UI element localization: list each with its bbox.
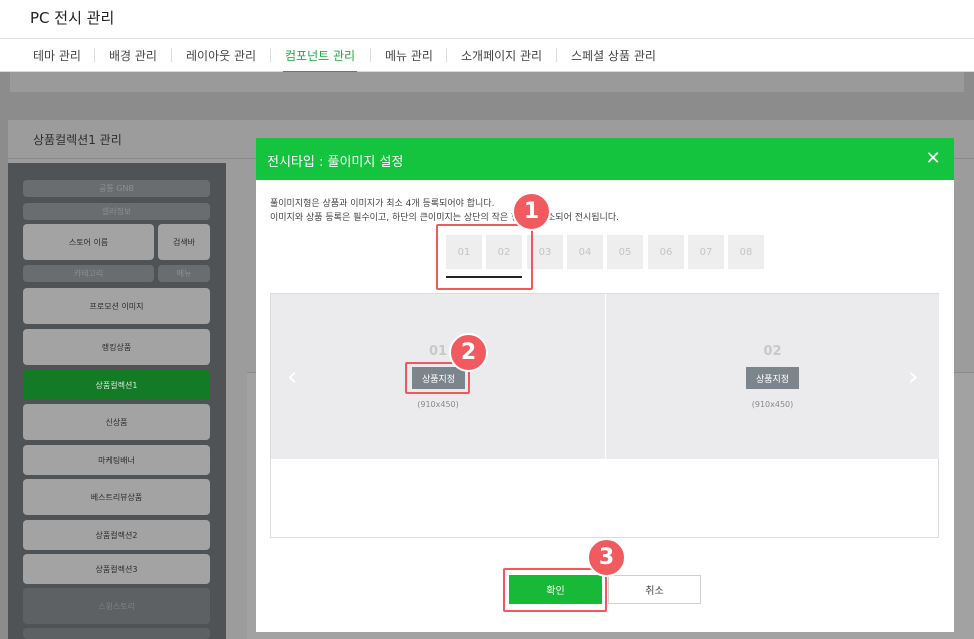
cancel-button[interactable]: 취소	[608, 575, 701, 604]
sidebar-item-collection-1[interactable]: 상품컬렉션1	[23, 370, 210, 400]
chevron-left-icon[interactable]: ‹	[287, 364, 297, 390]
tab-menu[interactable]: 메뉴 관리	[385, 47, 433, 64]
slot-tab[interactable]: 08	[728, 235, 764, 269]
tab-divider	[446, 48, 447, 62]
tab-divider	[556, 48, 557, 62]
sidebar-item-ranking[interactable]: 랭킹상품	[23, 329, 210, 365]
callout-badge-1: 1	[512, 192, 551, 231]
sidebar-item-marketing-banner[interactable]: 마케팅배너	[23, 445, 210, 475]
tab-divider	[94, 48, 95, 62]
slot-tab[interactable]: 05	[607, 235, 643, 269]
image-size-label: (910x450)	[417, 400, 459, 409]
tab-intro-page[interactable]: 소개페이지 관리	[461, 47, 542, 64]
top-header: PC 전시 관리	[0, 0, 974, 39]
sidebar-item-common-gnb[interactable]: 공통 GNB	[23, 180, 210, 197]
sidebar-item-collection-2[interactable]: 상품컬렉션2	[23, 520, 210, 550]
sidebar-item-category[interactable]: 카테고리	[23, 265, 154, 282]
callout-highlight-3	[503, 568, 607, 612]
callout-highlight-1	[436, 224, 533, 290]
close-icon[interactable]: ✕	[924, 150, 942, 168]
sidebar-item-seller-info[interactable]: 셀러정보	[23, 203, 210, 220]
preview-slot-2: 02 상품지정 (910x450) ›	[606, 294, 939, 459]
tab-divider	[370, 48, 371, 62]
assign-product-button[interactable]: 상품지정	[746, 367, 799, 389]
component-sidebar: 공통 GNB 셀러정보 스토어 이름 검색바 카테고리 메뉴 프로모션 이미지 …	[8, 163, 226, 639]
modal-title: 전시타입 : 풀이미지 설정	[267, 155, 404, 170]
sidebar-item-best-review[interactable]: 베스트리뷰상품	[23, 479, 210, 515]
callout-badge-2: 2	[449, 333, 488, 372]
tab-special-product[interactable]: 스페셜 상품 관리	[571, 47, 656, 64]
preview-number: 02	[763, 344, 782, 359]
modal-description-line-1: 풀이미지형은 상품과 이미지가 최소 4개 등록되어야 합니다.	[270, 199, 495, 209]
tab-divider	[171, 48, 172, 62]
sidebar-item-search-bar[interactable]: 검색바	[158, 224, 210, 260]
page-title: PC 전시 관리	[30, 9, 115, 27]
tab-theme[interactable]: 테마 관리	[33, 47, 81, 64]
image-size-label: (910x450)	[751, 400, 794, 409]
slot-tab[interactable]: 04	[567, 235, 603, 269]
chevron-right-icon[interactable]: ›	[908, 364, 918, 390]
sidebar-item-promotion-image[interactable]: 프로모션 이미지	[23, 288, 210, 324]
callout-badge-3: 3	[587, 538, 626, 577]
tab-divider	[270, 48, 271, 62]
slot-tab[interactable]: 06	[648, 235, 684, 269]
sidebar-item-store-name[interactable]: 스토어 이름	[23, 224, 154, 260]
preview-number: 01	[428, 344, 448, 359]
background-strip	[10, 72, 964, 92]
sidebar-item-new-products[interactable]: 신상품	[23, 404, 210, 440]
panel-title: 상품컬렉션1 관리	[33, 133, 122, 147]
sidebar-item-menu[interactable]: 메뉴	[158, 265, 210, 282]
sidebar-item-collection-3[interactable]: 상품컬렉션3	[23, 554, 210, 584]
modal-description-line-2: 이미지와 상품 등록은 필수이고, 하단의 큰이미지는 상단의 작은 형태로 축…	[270, 213, 619, 223]
modal-header: 전시타입 : 풀이미지 설정 ✕	[256, 138, 954, 180]
image-preview-area: 01 상품지정 (910x450) ‹ 02 상품지정 (910x450) ›	[270, 293, 939, 538]
tab-layout[interactable]: 레이아웃 관리	[186, 47, 256, 64]
tab-background[interactable]: 배경 관리	[109, 47, 157, 64]
tab-bar: 테마 관리 배경 관리 레이아웃 관리 컴포넌트 관리 메뉴 관리 소개페이지 …	[0, 39, 974, 73]
slot-tab[interactable]: 07	[688, 235, 724, 269]
sidebar-item-more[interactable]	[23, 628, 210, 639]
tab-component[interactable]: 컴포넌트 관리	[282, 47, 358, 73]
sidebar-item-swing-story[interactable]: 스윙스토리	[23, 588, 210, 624]
